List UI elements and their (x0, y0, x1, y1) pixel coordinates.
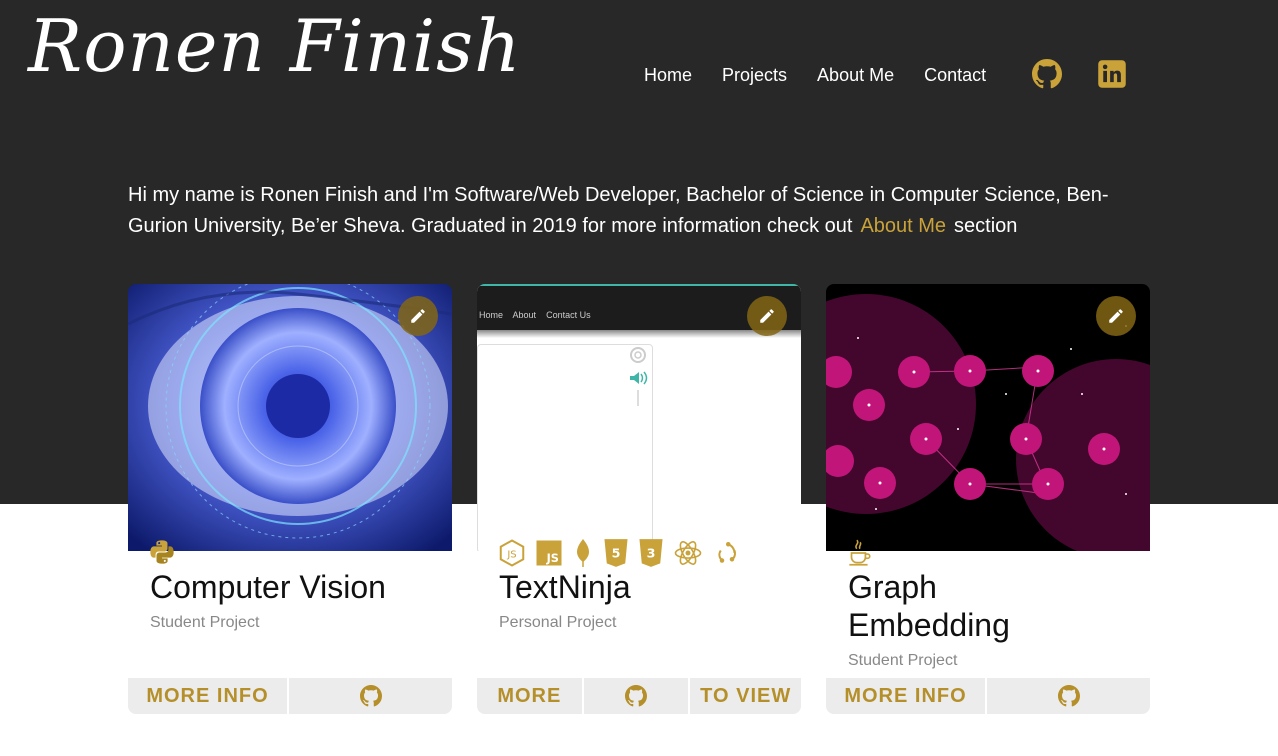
screenshot-nav-item: About (512, 310, 537, 320)
more-info-button[interactable]: MORE INFO (826, 678, 988, 714)
javascript-icon: JS (536, 540, 562, 566)
github-icon (625, 685, 648, 707)
tech-icons (148, 538, 176, 566)
about-me-link[interactable]: About Me (860, 215, 946, 237)
more-button[interactable]: MORE (477, 678, 584, 714)
svg-text:5: 5 (612, 546, 621, 561)
tech-icons: JS JS 5 3 (497, 538, 743, 568)
mongodb-icon (577, 539, 589, 567)
pencil-icon (411, 309, 425, 323)
github-icon (1057, 685, 1080, 707)
nav-contact[interactable]: Contact (924, 65, 986, 86)
project-title: Computer Vision (150, 569, 386, 605)
intro-text: Hi my name is Ronen Finish and I'm Softw… (128, 180, 1148, 242)
github-repo-button[interactable] (584, 678, 691, 714)
python-icon (150, 540, 174, 564)
nodejs-icon: JS (499, 539, 525, 567)
screenshot-nav-item: Home (479, 310, 504, 320)
site-logo[interactable]: Ronen Finish (28, 4, 522, 88)
more-info-button[interactable]: MORE INFO (128, 678, 290, 714)
project-subtitle: Personal Project (499, 614, 617, 631)
html5-icon: 5 (604, 539, 628, 567)
card-actions: MORE TO VIEW (477, 678, 801, 714)
project-card-graph-embedding: Graph Embedding Student Project MORE INF… (826, 284, 1150, 714)
css3-icon: 3 (639, 539, 663, 567)
nav-home[interactable]: Home (644, 65, 692, 86)
project-subtitle: Student Project (848, 652, 958, 669)
pencil-icon (1109, 309, 1123, 323)
project-image-eye (128, 284, 452, 551)
svg-text:JS: JS (506, 549, 516, 560)
card-actions: MORE INFO (128, 678, 452, 714)
settings-sound-icons (630, 347, 648, 406)
card-actions: MORE INFO (826, 678, 1150, 714)
nav-about-me[interactable]: About Me (817, 65, 894, 86)
github-repo-button[interactable] (289, 678, 452, 714)
project-title: TextNinja (499, 569, 631, 605)
pencil-icon (760, 309, 774, 323)
edit-button[interactable] (398, 296, 438, 336)
project-card-textninja: Home About Contact Us JS JS 5 3 TextNinj… (477, 284, 801, 714)
edit-button[interactable] (747, 296, 787, 336)
react-icon (674, 541, 702, 565)
github-icon (359, 685, 382, 707)
screenshot-nav-item: Contact Us (546, 310, 591, 320)
intro-tail: section (954, 215, 1018, 237)
project-image-graph (826, 284, 1150, 551)
project-title: Graph Embedding (848, 569, 1010, 643)
github-repo-button[interactable] (987, 678, 1150, 714)
java-icon (849, 539, 871, 566)
nav-projects[interactable]: Projects (722, 65, 787, 86)
project-image-textninja: Home About Contact Us (477, 284, 801, 551)
github-icon[interactable] (1032, 57, 1062, 91)
to-view-button[interactable]: TO VIEW (690, 678, 801, 714)
main-nav: Home Projects About Me Contact (644, 58, 1016, 92)
svg-text:JS: JS (546, 552, 559, 565)
edit-button[interactable] (1096, 296, 1136, 336)
redux-icon (718, 542, 736, 563)
svg-text:3: 3 (647, 546, 656, 561)
project-subtitle: Student Project (150, 614, 260, 631)
project-card-computer-vision: Computer Vision Student Project MORE INF… (128, 284, 452, 714)
tech-icons (846, 538, 872, 568)
linkedin-icon[interactable] (1097, 57, 1127, 91)
